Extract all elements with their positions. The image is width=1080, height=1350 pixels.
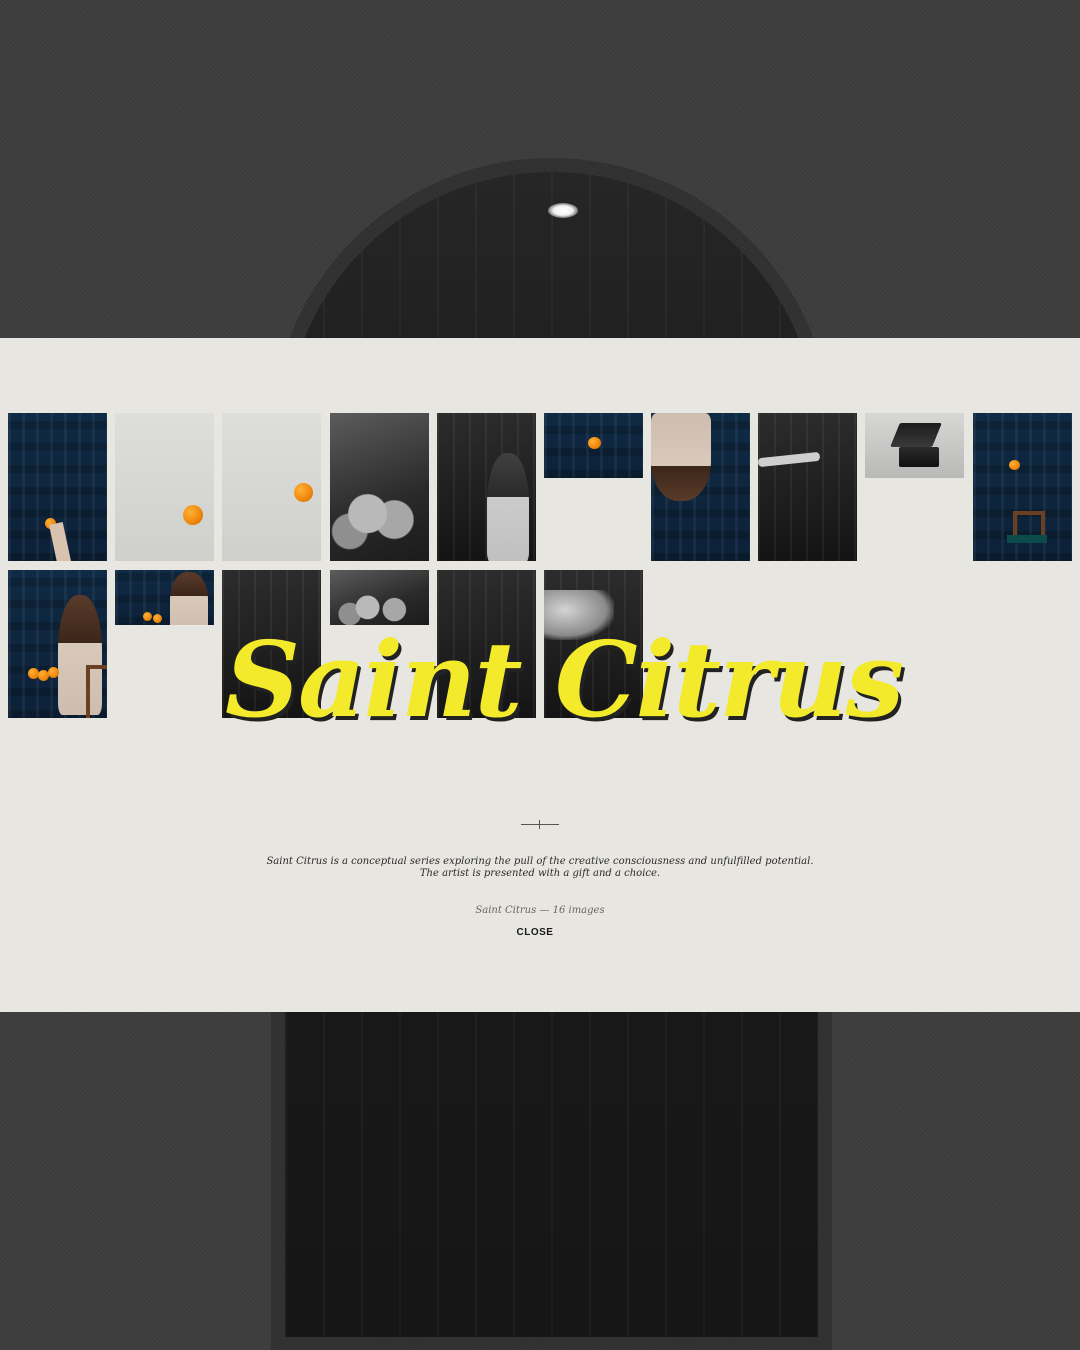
thumbnail-11[interactable] [8, 570, 107, 718]
thumbnail-6[interactable] [544, 413, 643, 478]
ceiling-light [548, 203, 578, 218]
thumbnail-2[interactable] [115, 413, 214, 561]
thumbnail-9[interactable] [865, 413, 964, 478]
close-button[interactable]: CLOSE [490, 927, 580, 938]
divider-ornament [521, 820, 559, 829]
thumbnail-3[interactable] [222, 413, 321, 561]
thumbnail-14[interactable] [330, 570, 429, 625]
thumbnail-4[interactable] [330, 413, 429, 561]
thumbnail-5[interactable] [437, 413, 536, 561]
thumbnail-12[interactable] [115, 570, 214, 625]
gallery-modal: Saint Citrus Saint Citrus is a conceptua… [0, 338, 1080, 1012]
image-count-label: Saint Citrus — 16 images [475, 905, 605, 916]
series-description: Saint Citrus is a conceptual series expl… [240, 856, 840, 880]
thumbnail-10[interactable] [973, 413, 1072, 561]
description-line: Saint Citrus is a conceptual series expl… [266, 856, 814, 867]
thumbnail-1[interactable] [8, 413, 107, 561]
thumbnail-8[interactable] [758, 413, 857, 561]
series-title: Saint Citrus [225, 618, 904, 741]
page-background: Saint Citrus Saint Citrus is a conceptua… [0, 0, 1080, 1350]
thumbnail-7[interactable] [651, 413, 750, 561]
description-line: The artist is presented with a gift and … [419, 868, 661, 879]
